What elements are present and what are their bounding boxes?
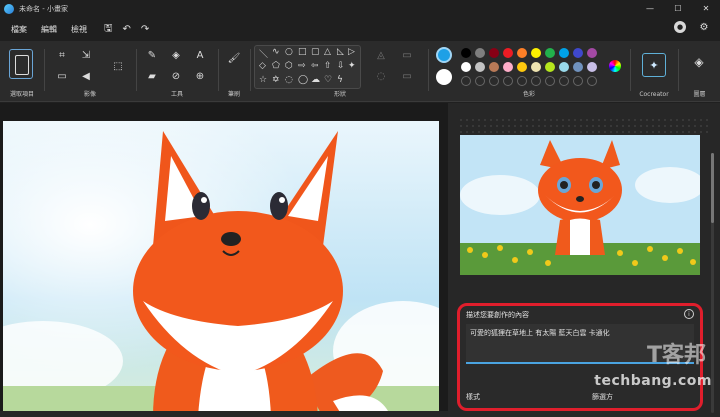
lightning-shape-icon[interactable]: ϟ	[337, 75, 343, 85]
color-swatch[interactable]	[531, 48, 541, 58]
curve-shape-icon[interactable]: ∿	[272, 47, 280, 57]
callout-round-shape-icon[interactable]: ◌	[285, 75, 293, 85]
outline-icon[interactable]: ◬	[374, 48, 388, 62]
shape-fill-icon[interactable]: ▭	[400, 69, 414, 83]
empty-color-slot[interactable]	[461, 76, 471, 86]
canvas-area	[0, 103, 448, 417]
color-swatch[interactable]	[503, 48, 513, 58]
empty-color-slot[interactable]	[545, 76, 555, 86]
menu-view[interactable]: 檢視	[64, 24, 94, 35]
color-swatch[interactable]	[461, 48, 471, 58]
generated-image-preview[interactable]	[460, 135, 700, 275]
empty-color-slot[interactable]	[559, 76, 569, 86]
menu-bar: 檔案 編輯 檢視 🖫 ↶ ↷ ● ⚙	[0, 17, 720, 41]
color-swatch[interactable]	[573, 48, 583, 58]
prompt-title: 描述您要創作的內容	[466, 311, 529, 319]
color-swatch[interactable]	[517, 62, 527, 72]
star5-shape-icon[interactable]: ☆	[259, 75, 267, 85]
color-swatch[interactable]	[475, 48, 485, 58]
color-swatch[interactable]	[545, 62, 555, 72]
undo-icon[interactable]: ↶	[123, 24, 131, 35]
title-bar: 未命名 - 小畫家 — ☐ ✕	[0, 0, 720, 17]
colors-group-label: 色彩	[522, 91, 535, 98]
shapes-group: ＼ ∿ ○ □ ▢ △ ◺ ▷ ◇ ⬠ ⬡ ⇨ ⇦ ⇧ ⇩ ✦ ☆ ✡ ◌ ◯ …	[0, 41, 430, 102]
maximize-icon[interactable]: ☐	[664, 0, 692, 17]
watermark-logo: T客邦	[646, 343, 706, 368]
star6-shape-icon[interactable]: ✡	[272, 75, 280, 85]
right-triangle-shape-icon[interactable]: ▷	[348, 47, 355, 57]
oval-shape-icon[interactable]: ○	[285, 47, 293, 57]
menu-file[interactable]: 檔案	[4, 24, 34, 35]
edit-colors-icon[interactable]	[609, 60, 621, 72]
arrow-down-shape-icon[interactable]: ⇩	[337, 61, 345, 71]
empty-color-slot[interactable]	[503, 76, 513, 86]
arrow-left-shape-icon[interactable]: ⇦	[311, 61, 319, 71]
canvas-horizontal-scrollbar[interactable]	[0, 411, 448, 417]
cocreator-group-label: Cocreator	[639, 91, 669, 98]
drawing-canvas[interactable]	[3, 121, 439, 417]
filter-label[interactable]: 篩選方	[592, 392, 613, 402]
hexagon-shape-icon[interactable]: ⬡	[285, 61, 293, 71]
window-title: 未命名 - 小畫家	[19, 4, 68, 13]
triangle-shape-icon[interactable]: ◺	[337, 47, 344, 57]
polygon-shape-icon[interactable]: △	[324, 47, 331, 57]
empty-color-slot[interactable]	[587, 76, 597, 86]
fill-style-icon[interactable]: ▭	[400, 48, 414, 62]
settings-icon[interactable]: ⚙	[698, 21, 710, 33]
paint-app-icon	[4, 3, 14, 14]
color-swatch[interactable]	[587, 62, 597, 72]
empty-color-slot[interactable]	[517, 76, 527, 86]
color-swatch[interactable]	[503, 62, 513, 72]
save-icon[interactable]: 🖫	[104, 21, 113, 38]
color-swatch[interactable]	[517, 48, 527, 58]
arrow-right-shape-icon[interactable]: ⇨	[298, 61, 306, 71]
heart-shape-icon[interactable]: ♡	[324, 75, 332, 85]
color-swatch[interactable]	[461, 62, 471, 72]
layers-group-label: 圖層	[693, 91, 706, 98]
cocreator-panel: 描述您要創作的內容 i 可愛的狐狸在草地上 有太陽 藍天白雲 卡通化 樣式 篩選…	[448, 103, 720, 417]
rounded-rect-shape-icon[interactable]: ▢	[311, 47, 320, 57]
color-swatch[interactable]	[475, 62, 485, 72]
star4-shape-icon[interactable]: ✦	[348, 61, 356, 71]
menu-edit[interactable]: 編輯	[34, 24, 64, 35]
color-swatch[interactable]	[559, 62, 569, 72]
color-swatch[interactable]	[531, 62, 541, 72]
color-swatch[interactable]	[559, 48, 569, 58]
redo-icon[interactable]: ↷	[141, 24, 149, 35]
primary-color-swatch[interactable]	[436, 47, 452, 63]
close-icon[interactable]: ✕	[692, 0, 720, 17]
fox-preview-image	[460, 135, 700, 275]
empty-color-slot[interactable]	[573, 76, 583, 86]
shape-outline-icon[interactable]: ◌	[374, 69, 388, 83]
color-swatch[interactable]	[587, 48, 597, 58]
cocreator-button[interactable]: ✦	[642, 53, 666, 77]
minimize-icon[interactable]: —	[636, 0, 664, 17]
callout-cloud-shape-icon[interactable]: ☁	[311, 75, 320, 85]
watermark-text: techbang.com	[594, 373, 712, 389]
pentagon-shape-icon[interactable]: ⬠	[272, 61, 280, 71]
style-label[interactable]: 樣式	[466, 392, 480, 402]
color-swatch[interactable]	[573, 62, 583, 72]
color-swatch[interactable]	[545, 48, 555, 58]
layers-group: ◈ 圖層	[679, 41, 720, 102]
layers-icon[interactable]: ◈	[692, 55, 706, 69]
rectangle-shape-icon[interactable]: □	[298, 47, 307, 57]
ribbon: 選取項目 ⌗ ⇲ ▭ ◀ ⬚ 影像 ✎ ◈ A ▰ ⊘ ⊕ 工具 🖌 筆刷 ＼ …	[0, 41, 720, 102]
empty-color-slot[interactable]	[475, 76, 485, 86]
empty-color-slot[interactable]	[531, 76, 541, 86]
color-swatch[interactable]	[489, 62, 499, 72]
empty-color-slot[interactable]	[489, 76, 499, 86]
secondary-color-swatch[interactable]	[436, 69, 452, 85]
fox-image	[3, 121, 439, 417]
colors-group: 色彩	[429, 41, 629, 102]
callout-oval-shape-icon[interactable]: ◯	[298, 75, 308, 85]
account-icon[interactable]: ●	[674, 21, 686, 33]
color-swatch[interactable]	[489, 48, 499, 58]
diamond-shape-icon[interactable]: ◇	[259, 61, 266, 71]
arrow-up-shape-icon[interactable]: ⇧	[324, 61, 332, 71]
info-icon[interactable]: i	[684, 309, 694, 319]
panel-dots-decoration	[458, 117, 708, 135]
line-shape-icon[interactable]: ＼	[259, 47, 268, 60]
